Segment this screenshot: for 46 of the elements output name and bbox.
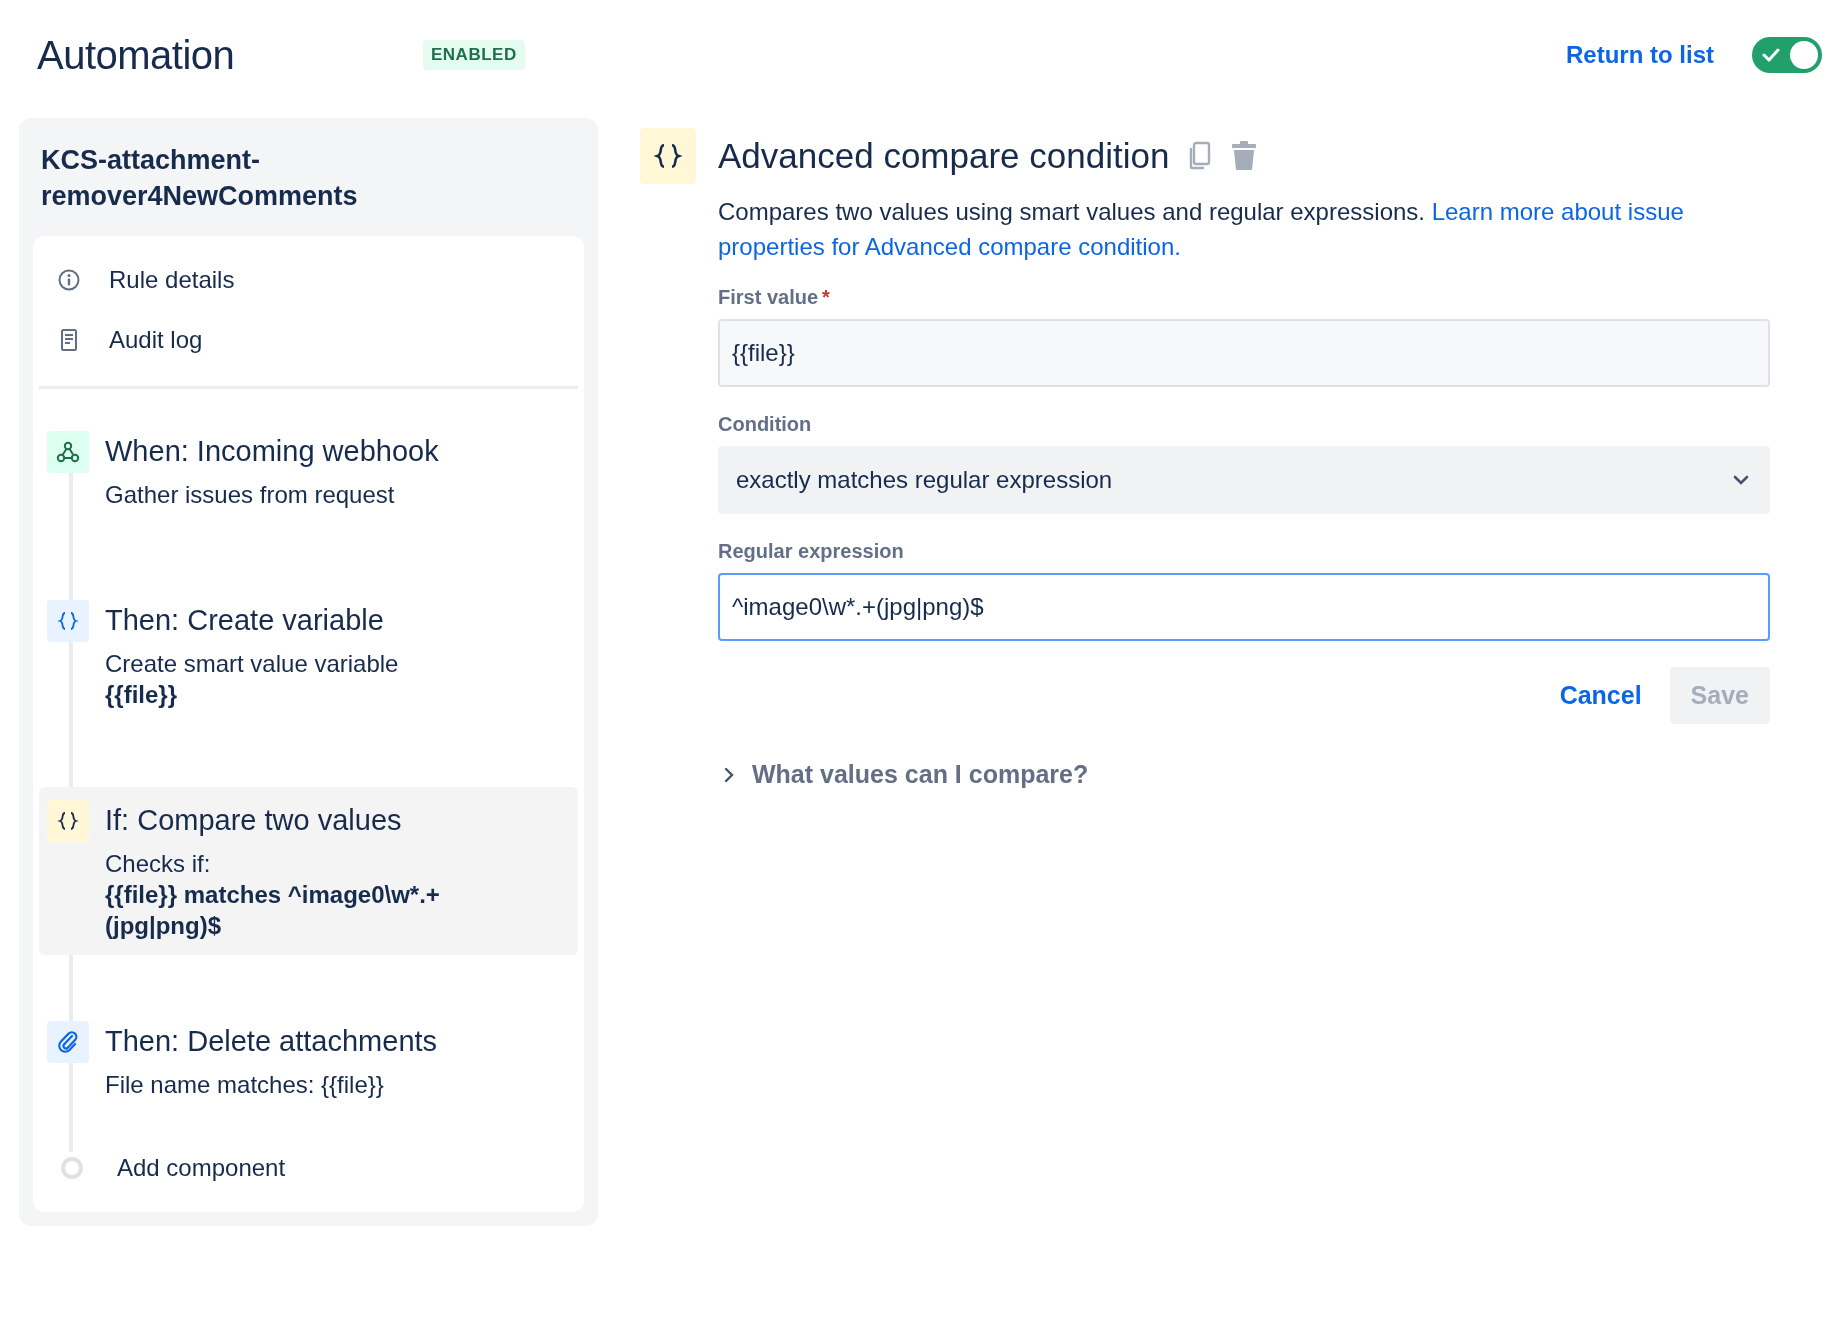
step-description: Checks if: — [105, 849, 212, 879]
step-description: Gather issues from request — [105, 480, 396, 510]
rule-name: KCS-attachment-remover4NewComments — [41, 144, 359, 213]
step-description: Create smart value variable — [105, 649, 399, 679]
trash-icon — [1231, 141, 1258, 171]
braces-icon — [47, 600, 89, 642]
check-icon — [1761, 46, 1781, 64]
panel-title: Advanced compare condition — [718, 136, 1170, 176]
info-icon — [57, 268, 81, 292]
help-expander[interactable]: What values can I compare? — [724, 760, 1089, 789]
input-field[interactable]: ^image0\w*.+(jpg|png)$ — [718, 573, 1770, 641]
braces-icon — [640, 128, 696, 184]
sidebar-nav-item[interactable]: Audit log — [39, 310, 578, 370]
enabled-toggle[interactable] — [1752, 37, 1822, 73]
step-description: {{file}} matches ^image0\w*.+(jpg|png)$ — [105, 880, 441, 941]
description-text: Compares two values using smart values and regular expressions. Learn more about issue properties for Advanced compare condition. — [718, 197, 1685, 262]
step-card[interactable]: Then: Delete attachments File name matches: {{file}} — [39, 1015, 578, 1114]
required-mark: * — [822, 286, 830, 309]
input-field[interactable]: {{file}} — [718, 319, 1770, 387]
webhook-icon — [47, 431, 89, 473]
status-badge: ENABLED — [423, 40, 525, 70]
field-label: Regular expression — [718, 540, 904, 563]
step-title: If: Compare two values — [105, 803, 403, 838]
step-description: {{file}} — [105, 680, 179, 710]
field-label: Condition — [718, 413, 812, 436]
selected-step-card[interactable]: If: Compare two values Checks if: {{file}} matches ^image0\w*.+(jpg|png)$ — [39, 787, 578, 955]
step-description: File name matches: {{file}} — [105, 1070, 385, 1100]
step-title: Then: Create variable — [105, 603, 385, 638]
chevron-right-icon — [724, 766, 734, 783]
learn-more-link[interactable]: Learn more about issue — [1431, 198, 1684, 225]
page-title: Automation — [37, 32, 236, 78]
field-label: First value — [718, 286, 819, 309]
condition-dropdown[interactable]: exactly matches regular expression — [718, 446, 1770, 514]
step-title: When: Incoming webhook — [105, 434, 439, 469]
circle-icon — [61, 1157, 83, 1179]
step-card[interactable]: Then: Create variable Create smart value variable {{file}} — [39, 594, 578, 724]
sidebar-nav-item[interactable]: Rule details — [39, 250, 578, 310]
paperclip-icon — [47, 1021, 89, 1063]
chevron-down-icon — [1732, 474, 1750, 486]
cancel-button[interactable]: Cancel — [1559, 681, 1642, 710]
step-card[interactable]: When: Incoming webhook Gather issues from request — [39, 425, 578, 524]
learn-more-link[interactable]: properties for Advanced compare condition. — [718, 233, 1181, 260]
return-link[interactable]: Return to list — [1566, 41, 1714, 69]
step-title: Then: Delete attachments — [105, 1024, 438, 1059]
braces-icon — [47, 800, 89, 842]
add-component-item[interactable]: Add component — [39, 1154, 578, 1182]
